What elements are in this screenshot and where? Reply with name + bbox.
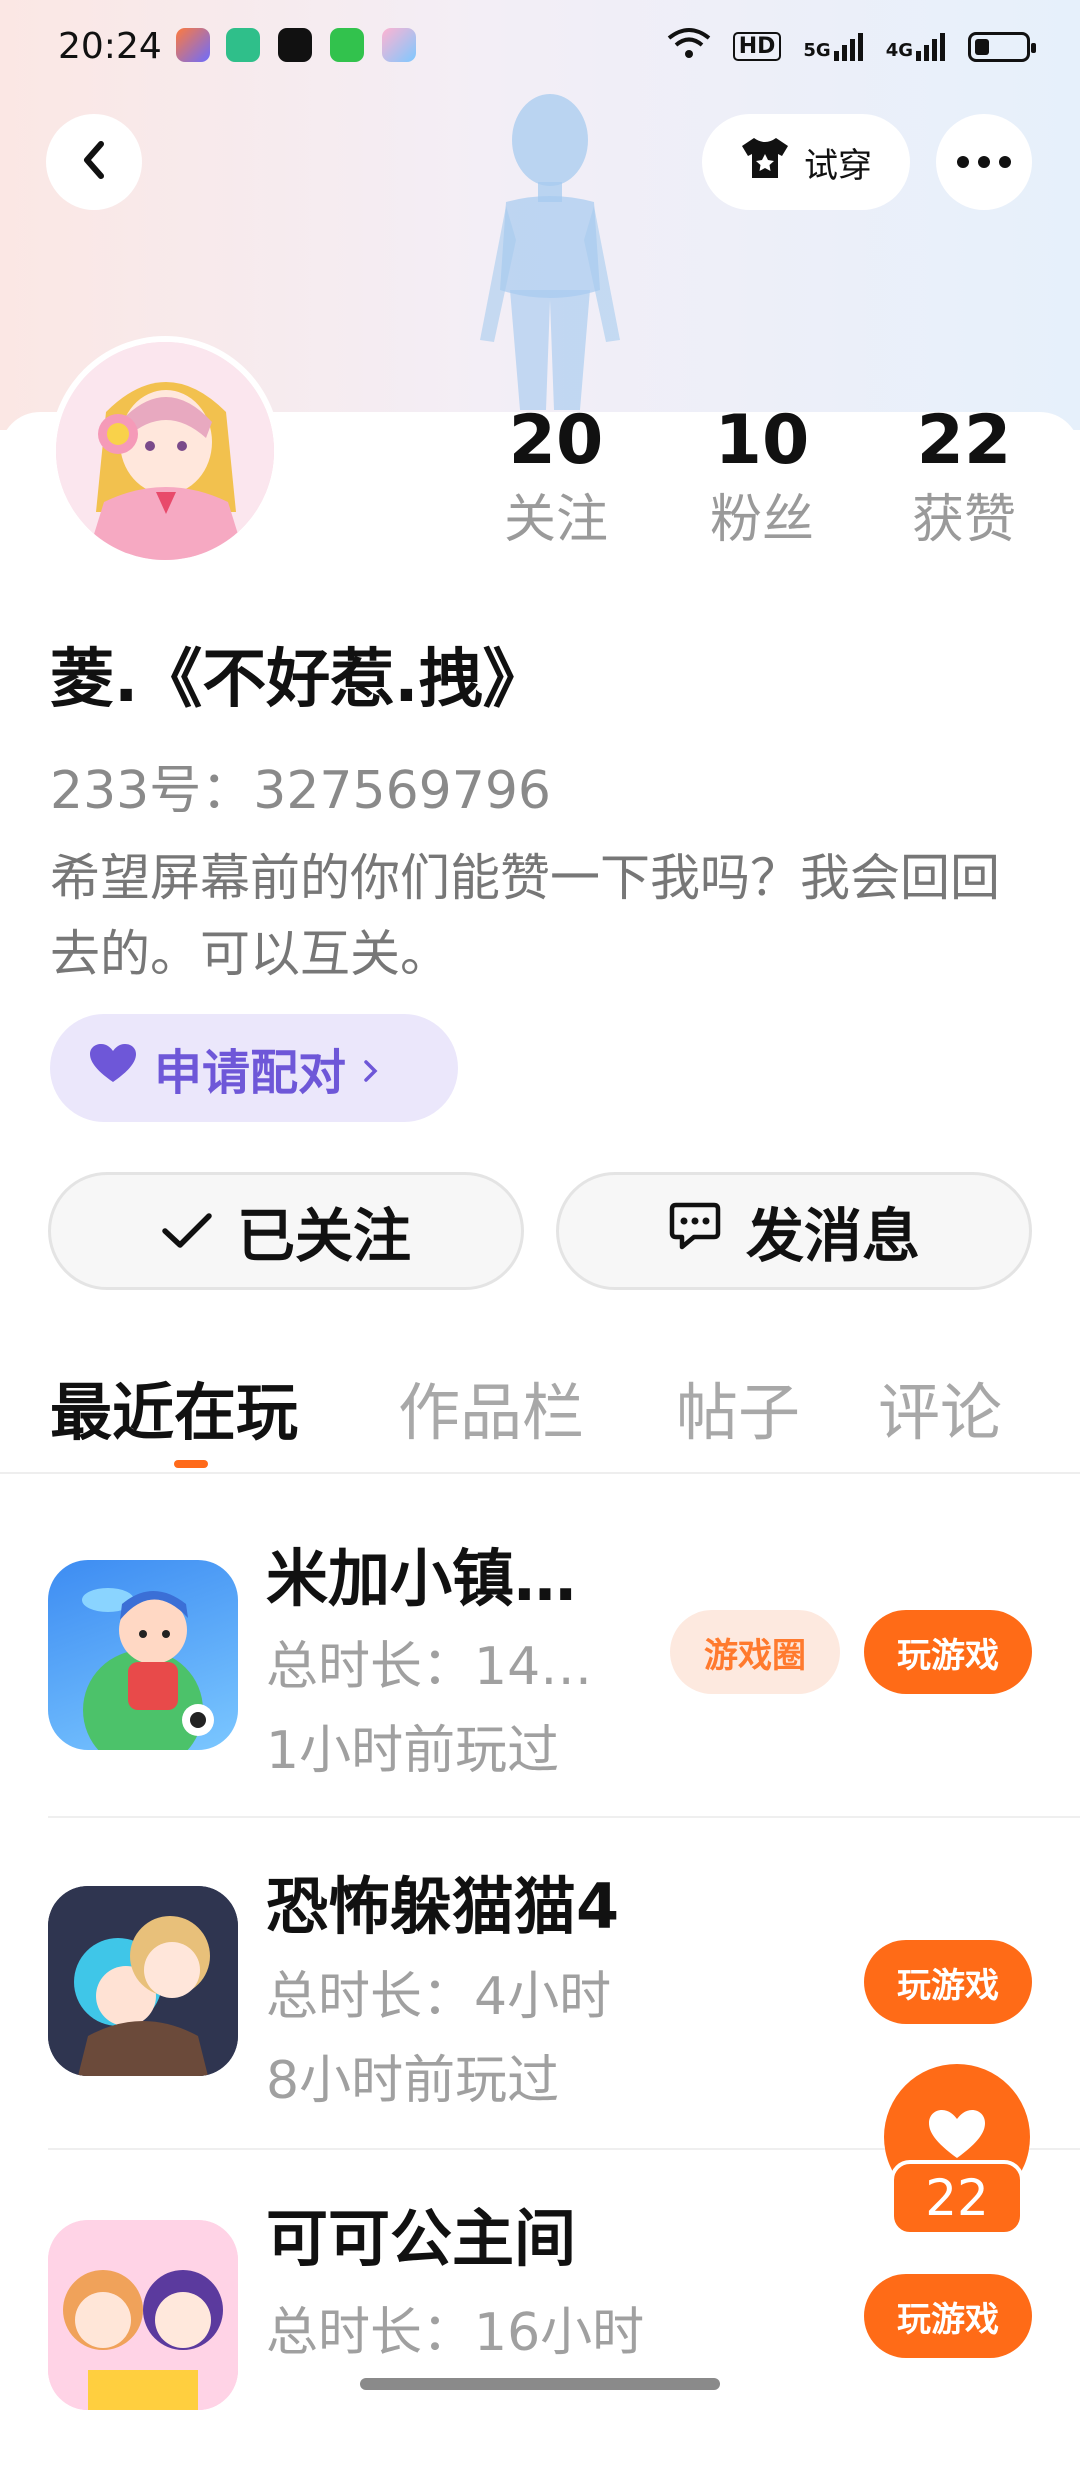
chevron-left-icon (79, 140, 109, 184)
list-item[interactable]: 米加小镇… 总时长：14… 1小时前玩过 游戏圈 玩游戏 (0, 1486, 1080, 1816)
game-title: 恐怖躲猫猫4 (266, 1870, 620, 1943)
game-title: 可可公主间 (266, 2202, 577, 2275)
signal-5g-icon: 5G (803, 32, 863, 61)
game-last-played: 1小时前玩过 (266, 1721, 560, 1781)
tiktok-icon (278, 28, 312, 62)
following-label: 关注 (503, 490, 608, 550)
send-message-button[interactable]: 发消息 (556, 1172, 1032, 1290)
followed-button[interactable]: 已关注 (48, 1172, 524, 1290)
check-icon (161, 1197, 213, 1265)
try-on-button[interactable]: 试穿 (702, 114, 910, 210)
app-notification-icon (176, 28, 210, 62)
stat-likes[interactable]: 22 获赞 (884, 398, 1044, 556)
game-icon (48, 2220, 238, 2410)
heart-icon (927, 2108, 987, 2164)
game-icon (48, 1886, 238, 2076)
chevron-right-icon (362, 1040, 380, 1096)
profile-bio: 希望屏幕前的你们能赞一下我吗？我会回回去的。可以互关。 (50, 849, 1000, 983)
tab-recently-played[interactable]: 最近在玩 (50, 1362, 298, 1452)
try-on-label: 试穿 (804, 145, 872, 186)
signal-4g-icon: 4G (886, 32, 946, 61)
apply-pair-label: 申请配对 (154, 1045, 347, 1101)
more-icon (957, 153, 1011, 172)
chat-bubble-icon (668, 1197, 722, 1265)
app-notification-icon (382, 28, 416, 62)
avatar-image (56, 342, 274, 560)
stat-following[interactable]: 20 关注 (476, 398, 636, 556)
avatar-3d-figure (450, 90, 650, 410)
profile-id: 233号：327569796 (50, 761, 552, 821)
tab-posts[interactable]: 帖子 (676, 1362, 800, 1452)
wifi-icon (667, 26, 711, 67)
game-duration: 总时长：4小时 (266, 1967, 612, 2027)
play-game-button[interactable]: 玩游戏 (864, 1940, 1032, 2024)
tshirt-icon (740, 136, 790, 189)
send-message-label: 发消息 (745, 1202, 920, 1270)
game-duration: 总时长：14… (266, 1637, 593, 1697)
profile-name: 菱.《不好惹.拽》 (50, 643, 547, 717)
following-count: 20 (508, 401, 604, 480)
tab-comments[interactable]: 评论 (878, 1362, 1002, 1452)
play-game-button[interactable]: 玩游戏 (864, 1610, 1032, 1694)
tabs-divider (0, 1472, 1080, 1474)
apply-pair-button[interactable]: 申请配对 (50, 1014, 458, 1122)
followers-label: 粉丝 (709, 490, 814, 550)
game-icon (48, 1560, 238, 1750)
app-notification-icon (330, 28, 364, 62)
game-circle-button[interactable]: 游戏圈 (670, 1610, 840, 1694)
like-count-badge: 22 (890, 2160, 1024, 2236)
game-title: 米加小镇… (266, 1542, 577, 1615)
status-bar: 20:24 HD 5G 4G (0, 0, 1080, 96)
likes-count: 22 (916, 401, 1012, 480)
more-button[interactable] (936, 114, 1032, 210)
back-button[interactable] (46, 114, 142, 210)
play-game-button[interactable]: 玩游戏 (864, 2274, 1032, 2358)
followed-label: 已关注 (236, 1202, 411, 1270)
profile-tabs: 最近在玩 作品栏 帖子 评论 (0, 1352, 1080, 1472)
game-last-played: 8小时前玩过 (266, 2051, 560, 2111)
stat-followers[interactable]: 10 粉丝 (682, 398, 842, 556)
tab-works[interactable]: 作品栏 (398, 1362, 584, 1452)
hd-badge: HD (732, 32, 782, 61)
avatar[interactable] (50, 336, 280, 566)
app-notification-icon (226, 28, 260, 62)
heart-icon (88, 1040, 138, 1096)
battery-icon (968, 31, 1036, 62)
followers-count: 10 (714, 401, 810, 480)
active-tab-indicator (174, 1460, 208, 1468)
likes-label: 获赞 (911, 490, 1016, 550)
status-time: 20:24 (58, 26, 162, 67)
home-indicator[interactable] (360, 2378, 720, 2390)
game-duration: 总时长：16小时 (266, 2303, 645, 2363)
